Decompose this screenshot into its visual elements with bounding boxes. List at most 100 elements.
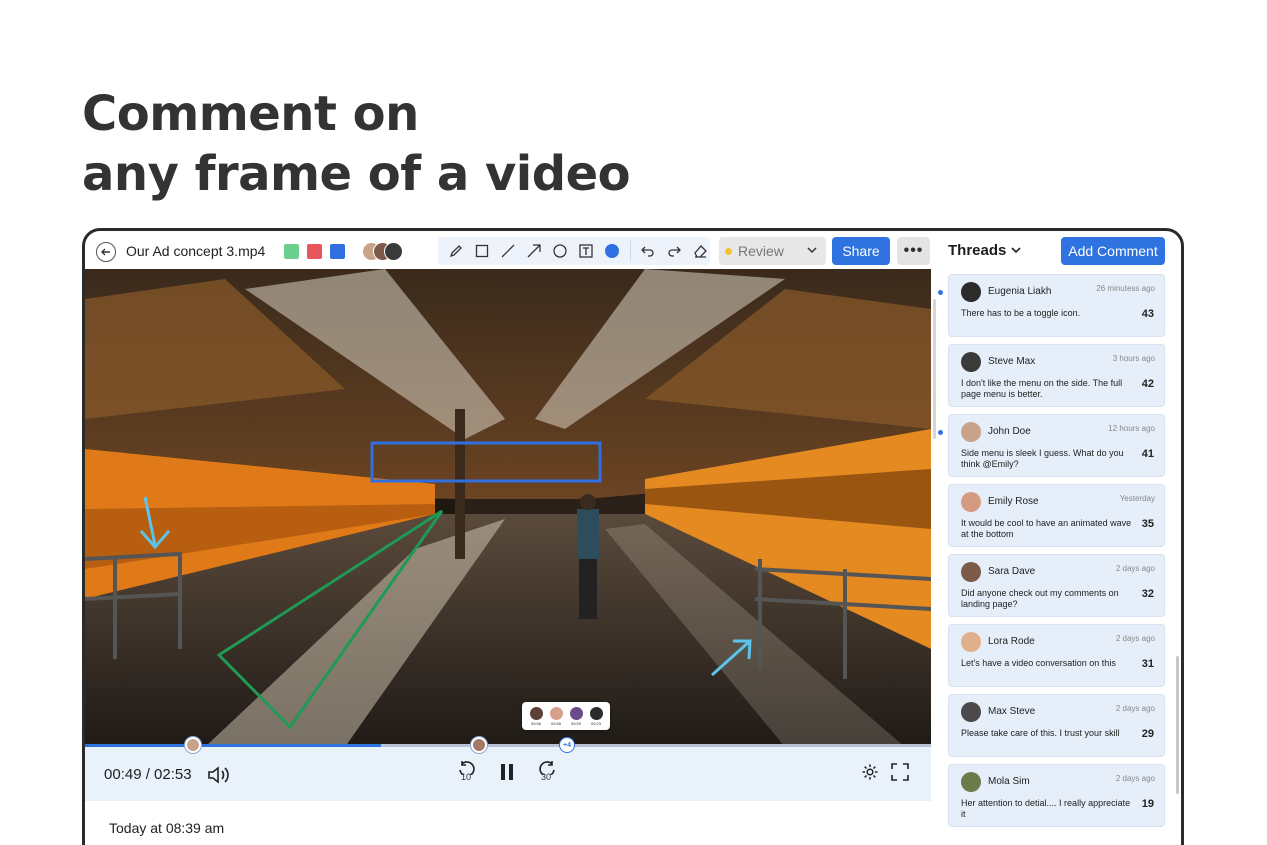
pencil-icon[interactable] — [446, 241, 465, 261]
volume-icon[interactable] — [207, 765, 231, 785]
thread-count: 31 — [1141, 658, 1154, 670]
chevron-down-icon[interactable] — [1010, 244, 1022, 256]
undo-icon[interactable] — [639, 241, 658, 261]
settings-icon[interactable] — [861, 763, 879, 781]
rectangle-icon[interactable] — [472, 241, 491, 261]
avatar — [961, 282, 981, 302]
headline: Comment on any frame of a video — [82, 84, 631, 204]
back-button[interactable] — [96, 242, 116, 262]
thread-time: 2 days ago — [1115, 774, 1155, 783]
more-options-button[interactable]: ••• — [897, 237, 930, 265]
headline-line-2: any frame of a video — [82, 146, 631, 202]
rewind-button[interactable]: 10 — [457, 761, 477, 782]
popover-time: 09:56 — [530, 720, 541, 726]
thread-count: 41 — [1141, 448, 1154, 460]
video-scrollbar[interactable] — [933, 299, 936, 439]
blue-swatch[interactable] — [330, 244, 345, 259]
thread-time: 26 minutess ago — [1096, 284, 1155, 293]
green-swatch[interactable] — [284, 244, 299, 259]
thread-count: 35 — [1141, 518, 1154, 530]
forward-label: 30 — [541, 772, 552, 782]
rewind-label: 10 — [461, 772, 472, 782]
comment-timestamp: Today at 08:39 am — [109, 820, 225, 836]
avatar — [529, 706, 543, 720]
popover-time: 09:23 — [590, 720, 601, 726]
app-window: Our Ad concept 3.mp4 Review Share ••• 09… — [82, 228, 1184, 845]
avatar — [961, 492, 981, 512]
line-icon[interactable] — [498, 241, 517, 261]
thread-time: 2 days ago — [1115, 704, 1155, 713]
thread-count: 43 — [1141, 308, 1154, 320]
thread-author: Sara Dave — [988, 566, 1036, 577]
thread-time: 12 hours ago — [1108, 424, 1155, 433]
popover-item[interactable]: 09:58 — [549, 706, 563, 726]
popover-item[interactable]: 09:56 — [529, 706, 543, 726]
collaborator-avatars[interactable] — [362, 242, 408, 262]
thread-text: It would be cool to have an animated wav… — [961, 518, 1132, 539]
status-dropdown[interactable]: Review — [719, 237, 826, 265]
popover-time: 09:58 — [550, 720, 561, 726]
player-controls: 09:56 09:58 09:59 09:23 +4 00:49 / 02:53… — [85, 702, 931, 801]
avatar — [961, 632, 981, 652]
forward-button[interactable]: 30 — [537, 761, 557, 782]
add-comment-button[interactable]: Add Comment — [1061, 237, 1165, 265]
progress-track[interactable] — [85, 744, 931, 747]
popover-time: 09:59 — [570, 720, 581, 726]
avatar — [961, 772, 981, 792]
text-icon[interactable] — [577, 241, 596, 261]
redo-icon[interactable] — [665, 241, 684, 261]
tool-divider — [629, 241, 631, 261]
avatar — [589, 706, 603, 720]
red-swatch[interactable] — [307, 244, 322, 259]
share-button[interactable]: Share — [832, 237, 890, 265]
comment-popover[interactable]: 09:56 09:58 09:59 09:23 — [522, 702, 610, 730]
avatar — [549, 706, 563, 720]
thread-text: Did anyone check out my comments on land… — [961, 588, 1119, 609]
file-name: Our Ad concept 3.mp4 — [126, 243, 266, 259]
popover-item[interactable]: 09:59 — [569, 706, 583, 726]
comment-marker[interactable] — [185, 737, 201, 753]
thread-author: Emily Rose — [988, 496, 1039, 507]
status-label: Review — [738, 243, 784, 259]
thread-author: John Doe — [988, 426, 1031, 437]
eraser-icon[interactable] — [691, 241, 710, 261]
thread-count: 32 — [1141, 588, 1154, 600]
threads-scrollbar[interactable] — [1176, 656, 1179, 794]
thread-time: 2 days ago — [1115, 634, 1155, 643]
thread-text: Side menu is sleek I guess. What do you … — [961, 448, 1124, 469]
thread-card[interactable]: Emily Rose Yesterday It would be cool to h… — [948, 484, 1165, 547]
more-comments-marker[interactable]: +4 — [559, 737, 575, 753]
thread-author: Lora Rode — [988, 636, 1035, 647]
thread-author: Mola Sim — [988, 776, 1030, 787]
thread-card[interactable]: Sara Dave 2 days ago Did anyone check out … — [948, 554, 1165, 617]
thread-text: I don't like the menu on the side. The f… — [961, 378, 1123, 399]
thread-author: Max Steve — [988, 706, 1036, 717]
timecode: 00:49 / 02:53 — [104, 766, 192, 783]
thread-card[interactable]: Lora Rode 2 days ago Let's have a video co… — [948, 624, 1165, 687]
fullscreen-icon[interactable] — [891, 763, 909, 781]
thread-count: 42 — [1141, 378, 1154, 390]
thread-text: There has to be a toggle icon. — [961, 308, 1081, 318]
thread-card[interactable]: Max Steve 2 days ago Please take care of t… — [948, 694, 1165, 757]
thread-author: Eugenia Liakh — [988, 286, 1052, 297]
popover-item[interactable]: 09:23 — [589, 706, 603, 726]
pause-button[interactable] — [500, 763, 514, 786]
unread-dot — [938, 430, 943, 435]
thread-time: 2 days ago — [1115, 564, 1155, 573]
thread-text: Please take care of this. I trust your s… — [961, 728, 1120, 738]
arrow-left-icon — [101, 248, 110, 256]
avatar — [384, 242, 403, 261]
threads-title[interactable]: Threads — [948, 242, 1006, 259]
thread-card[interactable]: John Doe 12 hours ago Side menu is sleek I… — [938, 414, 1165, 477]
circle-icon[interactable] — [550, 241, 569, 261]
color-dot-icon[interactable] — [603, 241, 622, 261]
comment-marker[interactable] — [471, 737, 487, 753]
headline-line-1: Comment on — [82, 86, 419, 142]
thread-card[interactable]: Eugenia Liakh 26 minutess ago There has to… — [938, 274, 1165, 337]
avatar — [961, 562, 981, 582]
thread-card[interactable]: Steve Max 3 hours ago I don't like the men… — [948, 344, 1165, 407]
thread-card[interactable]: Mola Sim 2 days ago Her attention to detia… — [948, 764, 1165, 827]
thread-author: Steve Max — [988, 356, 1036, 367]
video-frame[interactable] — [85, 269, 931, 747]
arrow-icon[interactable] — [524, 241, 543, 261]
